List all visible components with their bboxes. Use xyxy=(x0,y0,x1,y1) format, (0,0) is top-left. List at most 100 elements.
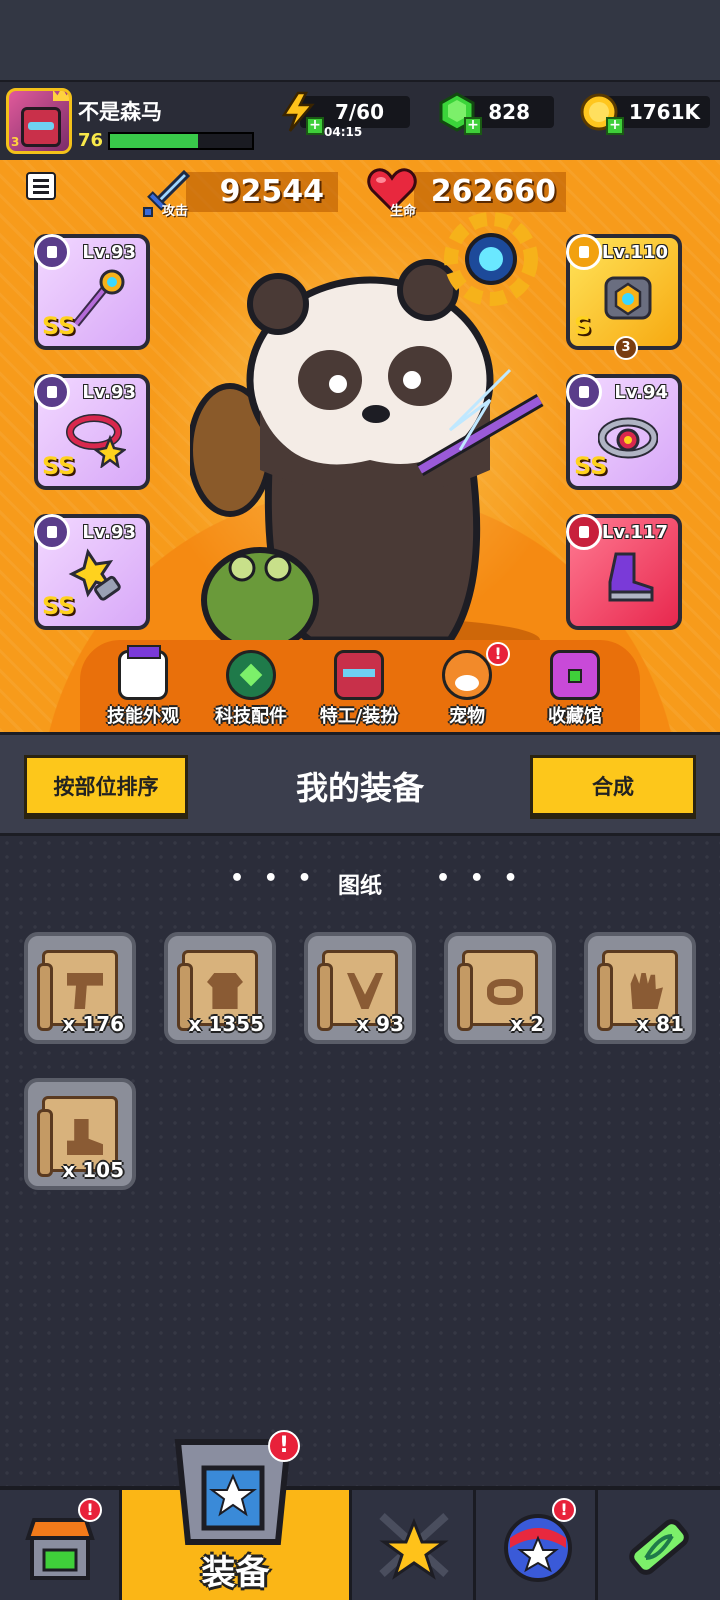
attack-stat: 92544 xyxy=(186,172,338,212)
nav-battle[interactable] xyxy=(352,1490,476,1600)
xp-bar-fill xyxy=(110,134,199,148)
gloves-level: Lv.93 xyxy=(82,522,136,543)
bottom-nav: ! ! 装备 ! xyxy=(0,1430,720,1600)
avatar-rank: 3 xyxy=(11,135,20,149)
crossed-swords-star-icon xyxy=(379,1513,449,1580)
equipment-header: 按部位排序 我的装备 合成 xyxy=(0,732,720,836)
weapon-type-icon xyxy=(34,234,70,270)
necklace-slot[interactable]: Lv.93 SS xyxy=(34,374,150,490)
armor-grade: S xyxy=(574,312,592,340)
necklace-icon xyxy=(347,973,383,1009)
hero-area: 92544 攻击 262660 生命 Lv.93 SS Lv.93 SS Lv.… xyxy=(0,160,720,732)
armor-level: Lv.110 xyxy=(601,242,668,263)
energy-bolt-icon: + xyxy=(278,91,324,135)
player-avatar[interactable]: 3 xyxy=(6,88,72,154)
add-gems-icon[interactable]: + xyxy=(464,117,482,135)
blueprint-weapon[interactable]: x 176 xyxy=(24,932,136,1044)
blueprint-gloves[interactable]: x 81 xyxy=(584,932,696,1044)
feature-label: 宠物 xyxy=(449,706,485,727)
energy-orb-icon xyxy=(444,212,538,306)
blueprint-armor[interactable]: x 1355 xyxy=(164,932,276,1044)
energy-timer: 04:15 xyxy=(324,125,363,139)
weapon-slot[interactable]: Lv.93 SS xyxy=(34,234,150,350)
coin-value: 1761K xyxy=(628,100,700,124)
attack-value: 92544 xyxy=(219,174,324,209)
feature-pets[interactable]: 宠物 ! xyxy=(412,642,522,728)
armor-star-count: 3 xyxy=(614,336,638,360)
crown-icon xyxy=(53,91,69,101)
equipment-alert-icon: ! xyxy=(268,1430,300,1462)
armor-icon xyxy=(604,276,652,320)
merge-button[interactable]: 合成 xyxy=(530,755,696,819)
coin-icon: + xyxy=(578,91,624,135)
gun-icon xyxy=(67,973,103,1009)
nav-equipment[interactable]: ! 装备 xyxy=(122,1430,352,1600)
add-coins-icon[interactable]: + xyxy=(606,117,624,135)
boot-icon xyxy=(608,552,654,602)
list-menu-icon[interactable] xyxy=(26,172,56,200)
weapon-level: Lv.93 xyxy=(82,242,136,263)
blueprint-count: x 2 xyxy=(510,1012,544,1036)
armor-type-icon xyxy=(566,234,602,270)
feature-label: 科技配件 xyxy=(215,706,287,727)
feature-agent-outfits[interactable]: 特工/装扮 xyxy=(304,650,414,728)
energy-value: 7/60 xyxy=(334,100,384,124)
add-energy-icon[interactable]: + xyxy=(306,117,324,135)
blueprint-boots[interactable]: x 105 xyxy=(24,1078,136,1190)
shiba-pet-icon xyxy=(442,650,492,700)
necklace-level: Lv.93 xyxy=(82,382,136,403)
gem-value: 828 xyxy=(488,100,530,124)
dna-capsule-icon xyxy=(629,1519,689,1575)
belt-icon xyxy=(487,979,523,1005)
shirt-icon xyxy=(207,973,243,1009)
belt-type-icon xyxy=(566,374,602,410)
belt-grade: SS xyxy=(574,452,608,480)
belt-level: Lv.94 xyxy=(614,382,668,403)
belt-slot[interactable]: Lv.94 SS xyxy=(566,374,682,490)
necklace-type-icon xyxy=(34,374,70,410)
tech-chip-icon xyxy=(226,650,276,700)
feature-label: 技能外观 xyxy=(107,706,179,727)
gloves-slot[interactable]: Lv.93 SS xyxy=(34,514,150,630)
blueprint-panel: • • • 图纸 • • • x 176 x 1355 x 93 x 2 x 8… xyxy=(0,836,720,1486)
feature-tech-parts[interactable]: 科技配件 xyxy=(196,650,306,728)
xp-bar xyxy=(108,132,254,150)
pets-alert-icon: ! xyxy=(486,642,510,666)
boots-type-icon xyxy=(566,514,602,550)
boot-icon xyxy=(67,1119,103,1155)
treasure-chest-icon xyxy=(550,650,600,700)
shop-icon xyxy=(25,1518,95,1580)
blueprint-section-title: 图纸 xyxy=(337,874,382,899)
blueprint-necklace[interactable]: x 93 xyxy=(304,932,416,1044)
player-name: 不是森马 xyxy=(78,100,162,124)
blueprint-count: x 105 xyxy=(62,1158,124,1182)
section-dots-right: • • • xyxy=(436,866,524,891)
gem-icon: + xyxy=(436,91,482,135)
feature-collection[interactable]: 收藏馆 xyxy=(520,650,630,728)
status-bar-area xyxy=(0,0,720,80)
attack-label: 攻击 xyxy=(162,204,189,219)
gloves-grade: SS xyxy=(42,592,76,620)
hp-label: 生命 xyxy=(390,204,417,219)
nav-research[interactable] xyxy=(598,1490,720,1600)
necklace-grade: SS xyxy=(42,452,76,480)
blueprint-belt[interactable]: x 2 xyxy=(444,932,556,1044)
blueprint-count: x 176 xyxy=(62,1012,124,1036)
feature-label: 收藏馆 xyxy=(548,706,602,727)
nav-shop[interactable]: ! xyxy=(0,1490,122,1600)
nav-events[interactable]: ! xyxy=(476,1490,598,1600)
nav-equipment-label: 装备 xyxy=(201,1553,270,1593)
shop-alert-icon: ! xyxy=(78,1498,102,1522)
feature-label: 特工/装扮 xyxy=(319,706,399,727)
armor-slot[interactable]: Lv.110 S 3 xyxy=(566,234,682,360)
feature-skill-skins[interactable]: 技能外观 xyxy=(88,645,198,728)
weapon-grade: SS xyxy=(42,312,76,340)
agent-head-icon xyxy=(334,650,384,700)
soccer-ball-icon xyxy=(118,645,168,700)
blueprint-count: x 81 xyxy=(636,1012,684,1036)
boots-level: Lv.117 xyxy=(601,522,668,543)
boots-slot[interactable]: Lv.117 xyxy=(566,514,682,630)
blueprint-count: x 93 xyxy=(356,1012,404,1036)
gloves-type-icon xyxy=(34,514,70,550)
events-alert-icon: ! xyxy=(552,1498,576,1522)
